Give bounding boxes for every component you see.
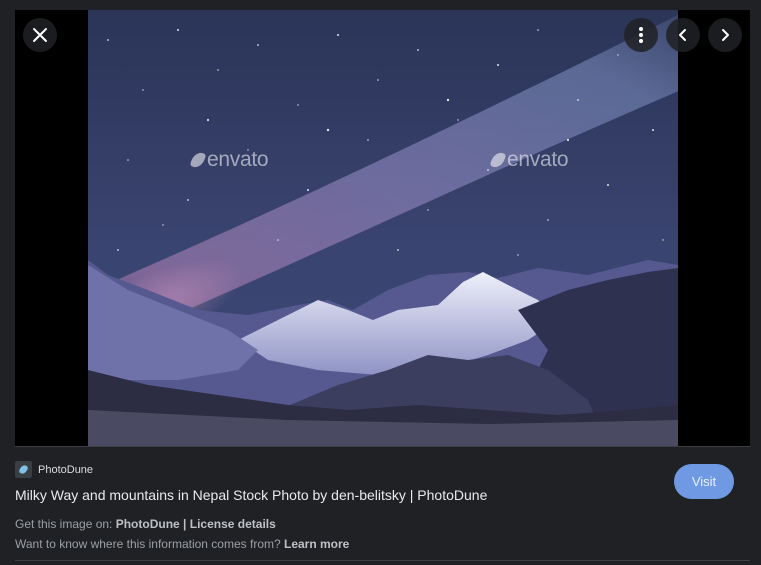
source-row[interactable]: PhotoDune xyxy=(15,461,93,478)
chevron-left-icon xyxy=(679,29,686,41)
image-title[interactable]: Milky Way and mountains in Nepal Stock P… xyxy=(15,487,487,503)
close-button[interactable] xyxy=(23,18,57,52)
more-vertical-icon xyxy=(639,27,643,43)
photodune-favicon-icon xyxy=(15,461,32,478)
watermark-right: envato xyxy=(489,148,569,172)
info-source-line: Want to know where this information come… xyxy=(15,537,349,551)
get-image-site-link[interactable]: PhotoDune xyxy=(116,517,180,531)
night-sky-mountains-image xyxy=(88,10,678,446)
get-image-prefix: Get this image on: xyxy=(15,517,116,531)
divider-bottom xyxy=(15,560,750,561)
image-viewer: envato envato xyxy=(15,10,750,446)
learn-more-link[interactable]: Learn more xyxy=(284,537,349,551)
visit-button[interactable]: Visit xyxy=(674,464,734,499)
watermark-text: envato xyxy=(207,148,269,171)
get-image-line: Get this image on: PhotoDune | License d… xyxy=(15,517,276,531)
image-preview-panel: envato envato PhotoDune Milky Way and mo… xyxy=(0,0,761,565)
next-image-button[interactable] xyxy=(708,18,742,52)
envato-leaf-icon xyxy=(189,150,207,170)
license-details-link[interactable]: License details xyxy=(190,517,276,531)
info-question: Want to know where this information come… xyxy=(15,537,284,551)
get-image-separator: | xyxy=(179,517,190,531)
envato-leaf-icon xyxy=(489,150,507,170)
divider-top xyxy=(15,446,750,447)
source-name[interactable]: PhotoDune xyxy=(38,464,93,476)
close-icon xyxy=(33,28,47,42)
previous-image-button[interactable] xyxy=(666,18,700,52)
more-options-button[interactable] xyxy=(624,18,658,52)
preview-image[interactable]: envato envato xyxy=(88,10,678,446)
chevron-right-icon xyxy=(722,29,729,41)
watermark-text: envato xyxy=(507,148,569,171)
watermark-left: envato xyxy=(189,148,269,172)
